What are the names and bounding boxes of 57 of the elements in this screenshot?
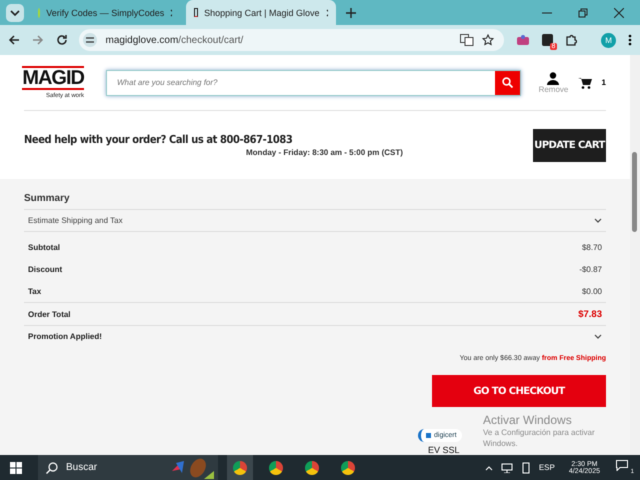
tab-list-button[interactable] — [6, 4, 24, 22]
new-tab-icon[interactable] — [346, 8, 356, 18]
summary-label: Tax — [28, 286, 42, 296]
address-bar[interactable]: magidglove.com/checkout/cart/ — [79, 29, 504, 51]
cart-count: 1 — [602, 78, 606, 87]
message-icon — [616, 460, 628, 470]
summary-label: Subtotal — [28, 242, 60, 252]
summary-label: Order Total — [28, 310, 71, 318]
activation-title: Activar Windows — [483, 413, 573, 427]
cart-icon[interactable] — [578, 76, 592, 88]
windows-start-icon[interactable] — [10, 462, 22, 474]
chevron-down-icon — [594, 218, 602, 223]
search-icon — [46, 462, 58, 474]
device-icon[interactable] — [520, 462, 531, 474]
activation-text: Ve a Configuración para activar Windows. — [483, 427, 596, 449]
network-icon[interactable] — [500, 462, 513, 472]
reload-icon[interactable] — [56, 34, 68, 46]
checkout-button[interactable]: GO TO CHECKOUT — [432, 375, 606, 407]
user-icon[interactable] — [547, 72, 560, 84]
search-button[interactable] — [494, 70, 520, 94]
chevron-down-icon — [594, 334, 602, 339]
summary-label: Discount — [28, 264, 62, 274]
support-hours: Monday - Friday: 8:30 am - 5:00 pm (CST) — [246, 148, 404, 157]
chevron-up-icon[interactable] — [484, 464, 493, 470]
help-heading: Need help with your order? Call us at 800-867-1083 — [24, 133, 294, 146]
browser-taskbar-icon[interactable] — [227, 455, 253, 480]
search-icon — [502, 77, 513, 88]
summary-value: $7.83 — [578, 308, 602, 320]
forward-icon[interactable] — [32, 34, 44, 46]
puzzle-icon[interactable] — [565, 34, 578, 46]
site-settings-icon[interactable] — [83, 33, 98, 47]
taskbar-search[interactable]: Buscar — [38, 455, 218, 480]
update-cart-button[interactable]: UPDATE CART — [533, 128, 606, 162]
search-field[interactable]: What are you searching for? — [106, 70, 521, 96]
summary-title: Summary — [24, 192, 71, 206]
browser-tab[interactable]: Shopping Cart | Magid Glove — [186, 0, 336, 25]
back-icon[interactable] — [8, 34, 20, 46]
football-drawing — [170, 456, 214, 478]
summary-value: -$0.87 — [579, 264, 602, 274]
menu-icon[interactable] — [628, 34, 632, 46]
estimate-shipping-toggle[interactable]: Estimate Shipping and Tax — [24, 209, 606, 232]
tab-title: Verify Codes — SimplyCodes — [46, 8, 164, 18]
browser-tab[interactable]: Verify Codes — SimplyCodes — [30, 0, 180, 25]
summary-value: $8.70 — [582, 242, 602, 252]
promotion-toggle[interactable]: Promotion Applied! — [24, 326, 606, 347]
seal-caption: EV SSL — [428, 445, 460, 455]
magid-logo[interactable]: MAGID — [22, 66, 84, 90]
scrollbar[interactable] — [630, 55, 640, 455]
language-indicator[interactable]: ESP — [538, 463, 555, 472]
summary-value: $0.00 — [582, 286, 602, 296]
translate-icon[interactable] — [460, 34, 474, 46]
url-text: magidglove.com/checkout/cart/ — [105, 34, 244, 46]
chevron-down-icon — [10, 10, 20, 16]
restore-icon[interactable] — [578, 8, 588, 18]
star-icon[interactable] — [482, 34, 494, 46]
tab-title: Shopping Cart | Magid Glove — [204, 8, 320, 18]
extension-icon[interactable] — [516, 34, 530, 46]
